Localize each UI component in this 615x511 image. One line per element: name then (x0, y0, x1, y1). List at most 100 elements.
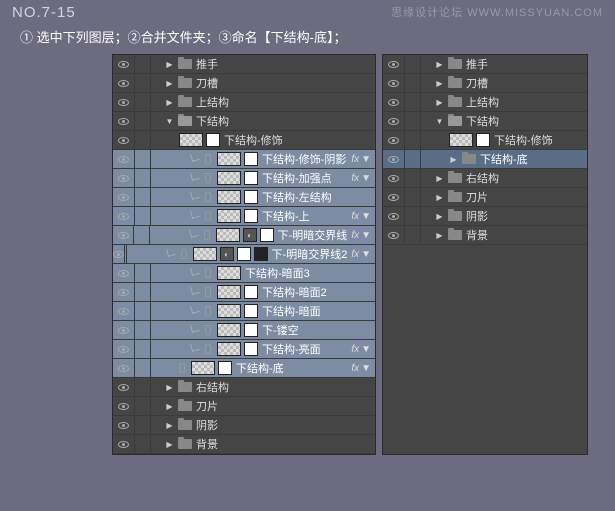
layer-label[interactable]: 刀片 (466, 189, 488, 205)
visibility-toggle[interactable] (383, 150, 405, 168)
mask-thumbnail[interactable] (476, 133, 490, 147)
fx-badge[interactable]: fx▼ (351, 211, 371, 222)
chevron-down-icon[interactable]: ▼ (361, 249, 371, 260)
layer-label[interactable]: 下-镂空 (262, 322, 299, 338)
layer-label[interactable]: 刀槽 (196, 75, 218, 91)
layer-label[interactable]: 右结构 (466, 170, 499, 186)
mask-thumbnail[interactable] (244, 152, 258, 166)
lock-column[interactable] (135, 302, 151, 320)
layer-label[interactable]: 下结构-底 (480, 151, 528, 167)
layer-label[interactable]: 上结构 (466, 94, 499, 110)
layer-thumbnail[interactable] (217, 285, 241, 299)
layer-label[interactable]: 刀片 (196, 398, 218, 414)
fx-badge[interactable]: fx▼ (351, 230, 371, 241)
twisty-icon[interactable]: ▶ (449, 155, 458, 164)
layer-label[interactable]: 下结构-修饰 (224, 132, 283, 148)
visibility-toggle[interactable] (113, 397, 135, 415)
layer-row[interactable]: 下结构-暗面3 (113, 264, 375, 283)
layer-row[interactable]: ▼ 下结构 (113, 112, 375, 131)
layer-label[interactable]: 下结构-底 (236, 360, 284, 376)
layer-label[interactable]: 下结构-暗面 (262, 303, 321, 319)
layer-label[interactable]: 推手 (466, 56, 488, 72)
mask-thumbnail[interactable] (244, 342, 258, 356)
visibility-toggle[interactable] (113, 93, 135, 111)
chevron-down-icon[interactable]: ▼ (361, 230, 371, 241)
layer-label[interactable]: 背景 (196, 436, 218, 452)
twisty-icon[interactable]: ▶ (165, 421, 174, 430)
layer-label[interactable]: 刀槽 (466, 75, 488, 91)
fx-badge[interactable]: fx▼ (351, 249, 371, 260)
mask-thumbnail[interactable] (237, 247, 251, 261)
layer-row[interactable]: ▶阴影 (113, 416, 375, 435)
visibility-toggle[interactable] (113, 188, 135, 206)
lock-column[interactable] (135, 169, 151, 187)
layer-label[interactable]: 下结构-上 (262, 208, 310, 224)
fx-badge[interactable]: fx▼ (351, 363, 371, 374)
mask-thumbnail[interactable] (244, 190, 258, 204)
twisty-icon[interactable]: ▶ (165, 60, 174, 69)
layer-row[interactable]: ▼下结构 (383, 112, 587, 131)
visibility-toggle[interactable] (113, 150, 135, 168)
layer-label[interactable]: 下结构 (196, 113, 229, 129)
layer-thumbnail[interactable] (191, 361, 215, 375)
visibility-toggle[interactable] (113, 74, 135, 92)
layer-label[interactable]: 上结构 (196, 94, 229, 110)
mask-thumbnail[interactable] (244, 171, 258, 185)
chevron-down-icon[interactable]: ▼ (361, 211, 371, 222)
twisty-icon[interactable]: ▶ (435, 231, 444, 240)
layer-label[interactable]: 下结构-加强点 (262, 170, 332, 186)
lock-column[interactable] (405, 74, 421, 92)
layer-row[interactable]: 下结构-上 fx▼ (113, 207, 375, 226)
layer-row[interactable]: ▶刀片 (383, 188, 587, 207)
visibility-toggle[interactable] (383, 188, 405, 206)
layer-label[interactable]: 阴影 (466, 208, 488, 224)
layer-thumbnail[interactable] (217, 209, 241, 223)
visibility-toggle[interactable] (113, 378, 135, 396)
twisty-icon[interactable]: ▶ (165, 98, 174, 107)
fx-badge[interactable]: fx▼ (351, 173, 371, 184)
layer-label[interactable]: 下结构 (466, 113, 499, 129)
visibility-toggle[interactable] (383, 226, 405, 244)
layer-thumbnail[interactable] (217, 342, 241, 356)
lock-column[interactable] (405, 188, 421, 206)
mask-thumbnail[interactable] (244, 304, 258, 318)
fx-badge[interactable]: fx▼ (351, 344, 371, 355)
lock-column[interactable] (135, 397, 151, 415)
mask-thumbnail[interactable] (206, 133, 220, 147)
lock-column[interactable] (135, 112, 151, 130)
layer-row[interactable]: ▶ 刀片 (113, 397, 375, 416)
lock-column[interactable] (405, 131, 421, 149)
lock-column[interactable] (405, 93, 421, 111)
layer-label[interactable]: 右结构 (196, 379, 229, 395)
lock-column[interactable] (135, 188, 151, 206)
twisty-icon[interactable]: ▶ (165, 402, 174, 411)
visibility-toggle[interactable] (113, 55, 135, 73)
layer-row[interactable]: ▶ 上结构 (113, 93, 375, 112)
layer-row[interactable]: 下结构-修饰 (113, 131, 375, 150)
layer-thumbnail[interactable] (193, 247, 217, 261)
lock-column[interactable] (135, 435, 151, 453)
chevron-down-icon[interactable]: ▼ (361, 344, 371, 355)
twisty-icon[interactable]: ▼ (165, 117, 174, 126)
lock-column[interactable] (405, 55, 421, 73)
visibility-toggle[interactable] (113, 264, 135, 282)
layer-row[interactable]: 下结构-左结构 (113, 188, 375, 207)
visibility-toggle[interactable] (113, 131, 135, 149)
lock-column[interactable] (135, 340, 151, 358)
layer-row[interactable]: ▶右结构 (113, 378, 375, 397)
twisty-icon[interactable]: ▶ (435, 212, 444, 221)
layer-row[interactable]: 下结构-加强点 fx▼ (113, 169, 375, 188)
layer-row[interactable]: ▶ 推手 (383, 55, 587, 74)
layer-row[interactable]: ▶上结构 (383, 93, 587, 112)
twisty-icon[interactable]: ▶ (435, 60, 444, 69)
layer-label[interactable]: 下结构-暗面2 (262, 284, 327, 300)
lock-column[interactable] (135, 93, 151, 111)
lock-column[interactable] (135, 55, 151, 73)
visibility-toggle[interactable] (383, 169, 405, 187)
lock-column[interactable] (405, 112, 421, 130)
lock-column[interactable] (405, 169, 421, 187)
layer-row[interactable]: ▶ 阴影 (383, 207, 587, 226)
lock-column[interactable] (135, 74, 151, 92)
lock-column[interactable] (135, 207, 151, 225)
mask-thumbnail[interactable] (244, 285, 258, 299)
